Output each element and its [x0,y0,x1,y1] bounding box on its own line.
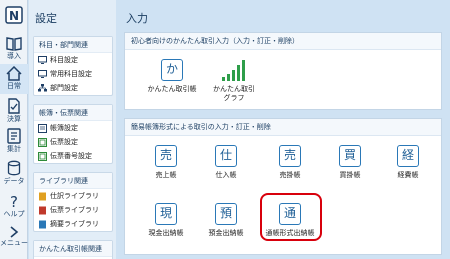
tile-label: 買掛帳 [339,171,361,179]
rail-item-help[interactable]: ? ヘルプ [0,193,28,218]
app-logo: N [0,6,28,24]
settings-item-label: 帳簿設定 [50,124,78,132]
tile-easy-ledger[interactable]: か かんたん取引帳 [141,59,203,94]
tile-label: 売掛帳 [279,171,301,179]
tile-label: 売上帳 [155,171,177,179]
rail-item-menu[interactable]: メニュー [0,226,28,247]
rail-label-daily: 日常 [7,82,21,90]
rail-item-daily[interactable]: 日常 [0,64,28,94]
tile-expense-book[interactable]: 経 経費帳 [377,145,439,180]
sales-book-icon: 売 [155,145,177,167]
book-icon [6,37,22,51]
settings-group-library: ライブラリ関連 仕訳ライブラリ 伝票ライブラリ 摘要ライブラリ [33,172,113,232]
tile-label: 預金出納帳 [208,229,244,237]
settings-group-header: かんたん取引帳関連 [34,241,112,257]
payables-book-icon: 買 [339,145,361,167]
library-book-icon [39,206,46,214]
panel-header: 初心者向けのかんたん取引入力（入力・訂正・削除） [125,33,441,50]
rail-item-intro[interactable]: 導入 [0,36,28,60]
tile-sales-book[interactable]: 売 売上帳 [135,145,197,180]
deposit-book-icon: 預 [215,203,237,225]
tile-receivables-book[interactable]: 売 売掛帳 [259,145,321,180]
settings-item-slip-number[interactable]: 伝票番号設定 [34,149,112,163]
easy-entry-panel: 初心者向けのかんたん取引入力（入力・訂正・削除） か かんたん取引帳 かんたん取… [124,32,442,110]
panel-header: 簡易帳簿形式による取引の入力・訂正・削除 [125,119,441,136]
settings-item-label: 常用科目設定 [50,70,92,78]
input-main: 入力 初心者向けのかんたん取引入力（入力・訂正・削除） か かんたん取引帳 かん… [118,0,450,259]
rail-label-menu: メニュー [0,239,28,247]
tile-label: かんたん取引 グラフ [213,85,255,102]
rail-item-closing[interactable]: 決算 [0,98,28,123]
settings-item-label: 伝票ライブラリ [50,206,99,214]
settings-item-slip[interactable]: 伝票設定 [34,135,112,149]
easy-ledger-icon: か [161,59,183,81]
tile-easy-graph[interactable]: かんたん取引 グラフ [203,59,265,103]
slip-icon [38,151,47,161]
tile-label: 仕入帳 [215,171,237,179]
settings-item-slip-library[interactable]: 伝票ライブラリ [34,203,112,217]
document-check-icon [8,98,20,114]
expense-book-icon: 経 [397,145,419,167]
bar-graph-icon [222,60,245,81]
rail-label-summary: 集計 [7,145,21,153]
home-icon [6,66,22,81]
tile-label: 現金出納帳 [148,229,184,237]
settings-title: 設定 [35,12,57,25]
monitor-icon [38,70,47,78]
app-logo-icon: N [5,6,23,24]
ledger-icon [38,123,47,133]
rail-label-data: データ [3,177,25,185]
monitor-icon [38,56,47,64]
settings-panel: 設定 科目・部門関連 科目設定 常用科目設定 部門設定 帳簿・伝票関連 帳簿設定… [29,0,116,259]
settings-group-header: 帳簿・伝票関連 [34,105,112,121]
settings-item-label: 科目設定 [50,56,78,64]
settings-item-account[interactable]: 科目設定 [34,53,112,67]
rail-label-intro: 導入 [7,52,21,60]
question-icon: ? [10,193,18,209]
highlight-box [260,193,322,241]
slip-icon [38,137,47,147]
database-icon [7,160,21,176]
receivables-book-icon: 売 [279,145,301,167]
org-chart-icon [38,84,47,92]
settings-group-accounts: 科目・部門関連 科目設定 常用科目設定 部門設定 [33,36,113,96]
settings-group-books: 帳簿・伝票関連 帳簿設定 伝票設定 伝票番号設定 [33,104,113,164]
library-book-icon [39,220,46,228]
settings-item-common-account[interactable]: 常用科目設定 [34,67,112,81]
main-title: 入力 [126,12,148,25]
rail-label-closing: 決算 [7,115,21,123]
settings-item-label: 摘要ライブラリ [50,220,99,228]
tile-purchase-book[interactable]: 仕 仕入帳 [195,145,257,180]
library-book-icon [39,192,46,200]
rail-item-summary[interactable]: 集計 [0,128,28,153]
settings-item-journal-library[interactable]: 仕訳ライブラリ [34,189,112,203]
tile-cash-book[interactable]: 現 現金出納帳 [135,203,197,238]
cash-book-icon: 現 [155,203,177,225]
chevron-right-icon [10,226,19,238]
tile-deposit-book[interactable]: 預 預金出納帳 [195,203,257,238]
settings-group-header: ライブラリ関連 [34,173,112,189]
settings-item-label: 伝票番号設定 [50,152,92,160]
purchase-book-icon: 仕 [215,145,237,167]
rail-label-help: ヘルプ [3,210,25,218]
report-icon [7,128,21,144]
tile-payables-book[interactable]: 買 買掛帳 [319,145,381,180]
settings-item-label: 部門設定 [50,84,78,92]
settings-group-header: 科目・部門関連 [34,37,112,53]
tile-label: 経費帳 [397,171,419,179]
rail-item-data[interactable]: データ [0,160,28,185]
svg-text:?: ? [10,193,18,209]
settings-item-summary-library[interactable]: 摘要ライブラリ [34,217,112,231]
svg-text:N: N [9,9,19,23]
settings-group-easy: かんたん取引帳関連 [33,240,113,259]
nav-rail: N 導入 日常 決算 集計 データ ? ヘルプ メニュー [0,0,28,259]
settings-item-department[interactable]: 部門設定 [34,81,112,95]
simple-book-panel: 簡易帳簿形式による取引の入力・訂正・削除 売 売上帳 仕 仕入帳 売 売掛帳 買… [124,118,442,255]
settings-item-label: 仕訳ライブラリ [50,192,99,200]
settings-item-label: 伝票設定 [50,138,78,146]
settings-item-book[interactable]: 帳簿設定 [34,121,112,135]
tile-label: かんたん取引帳 [147,85,197,93]
